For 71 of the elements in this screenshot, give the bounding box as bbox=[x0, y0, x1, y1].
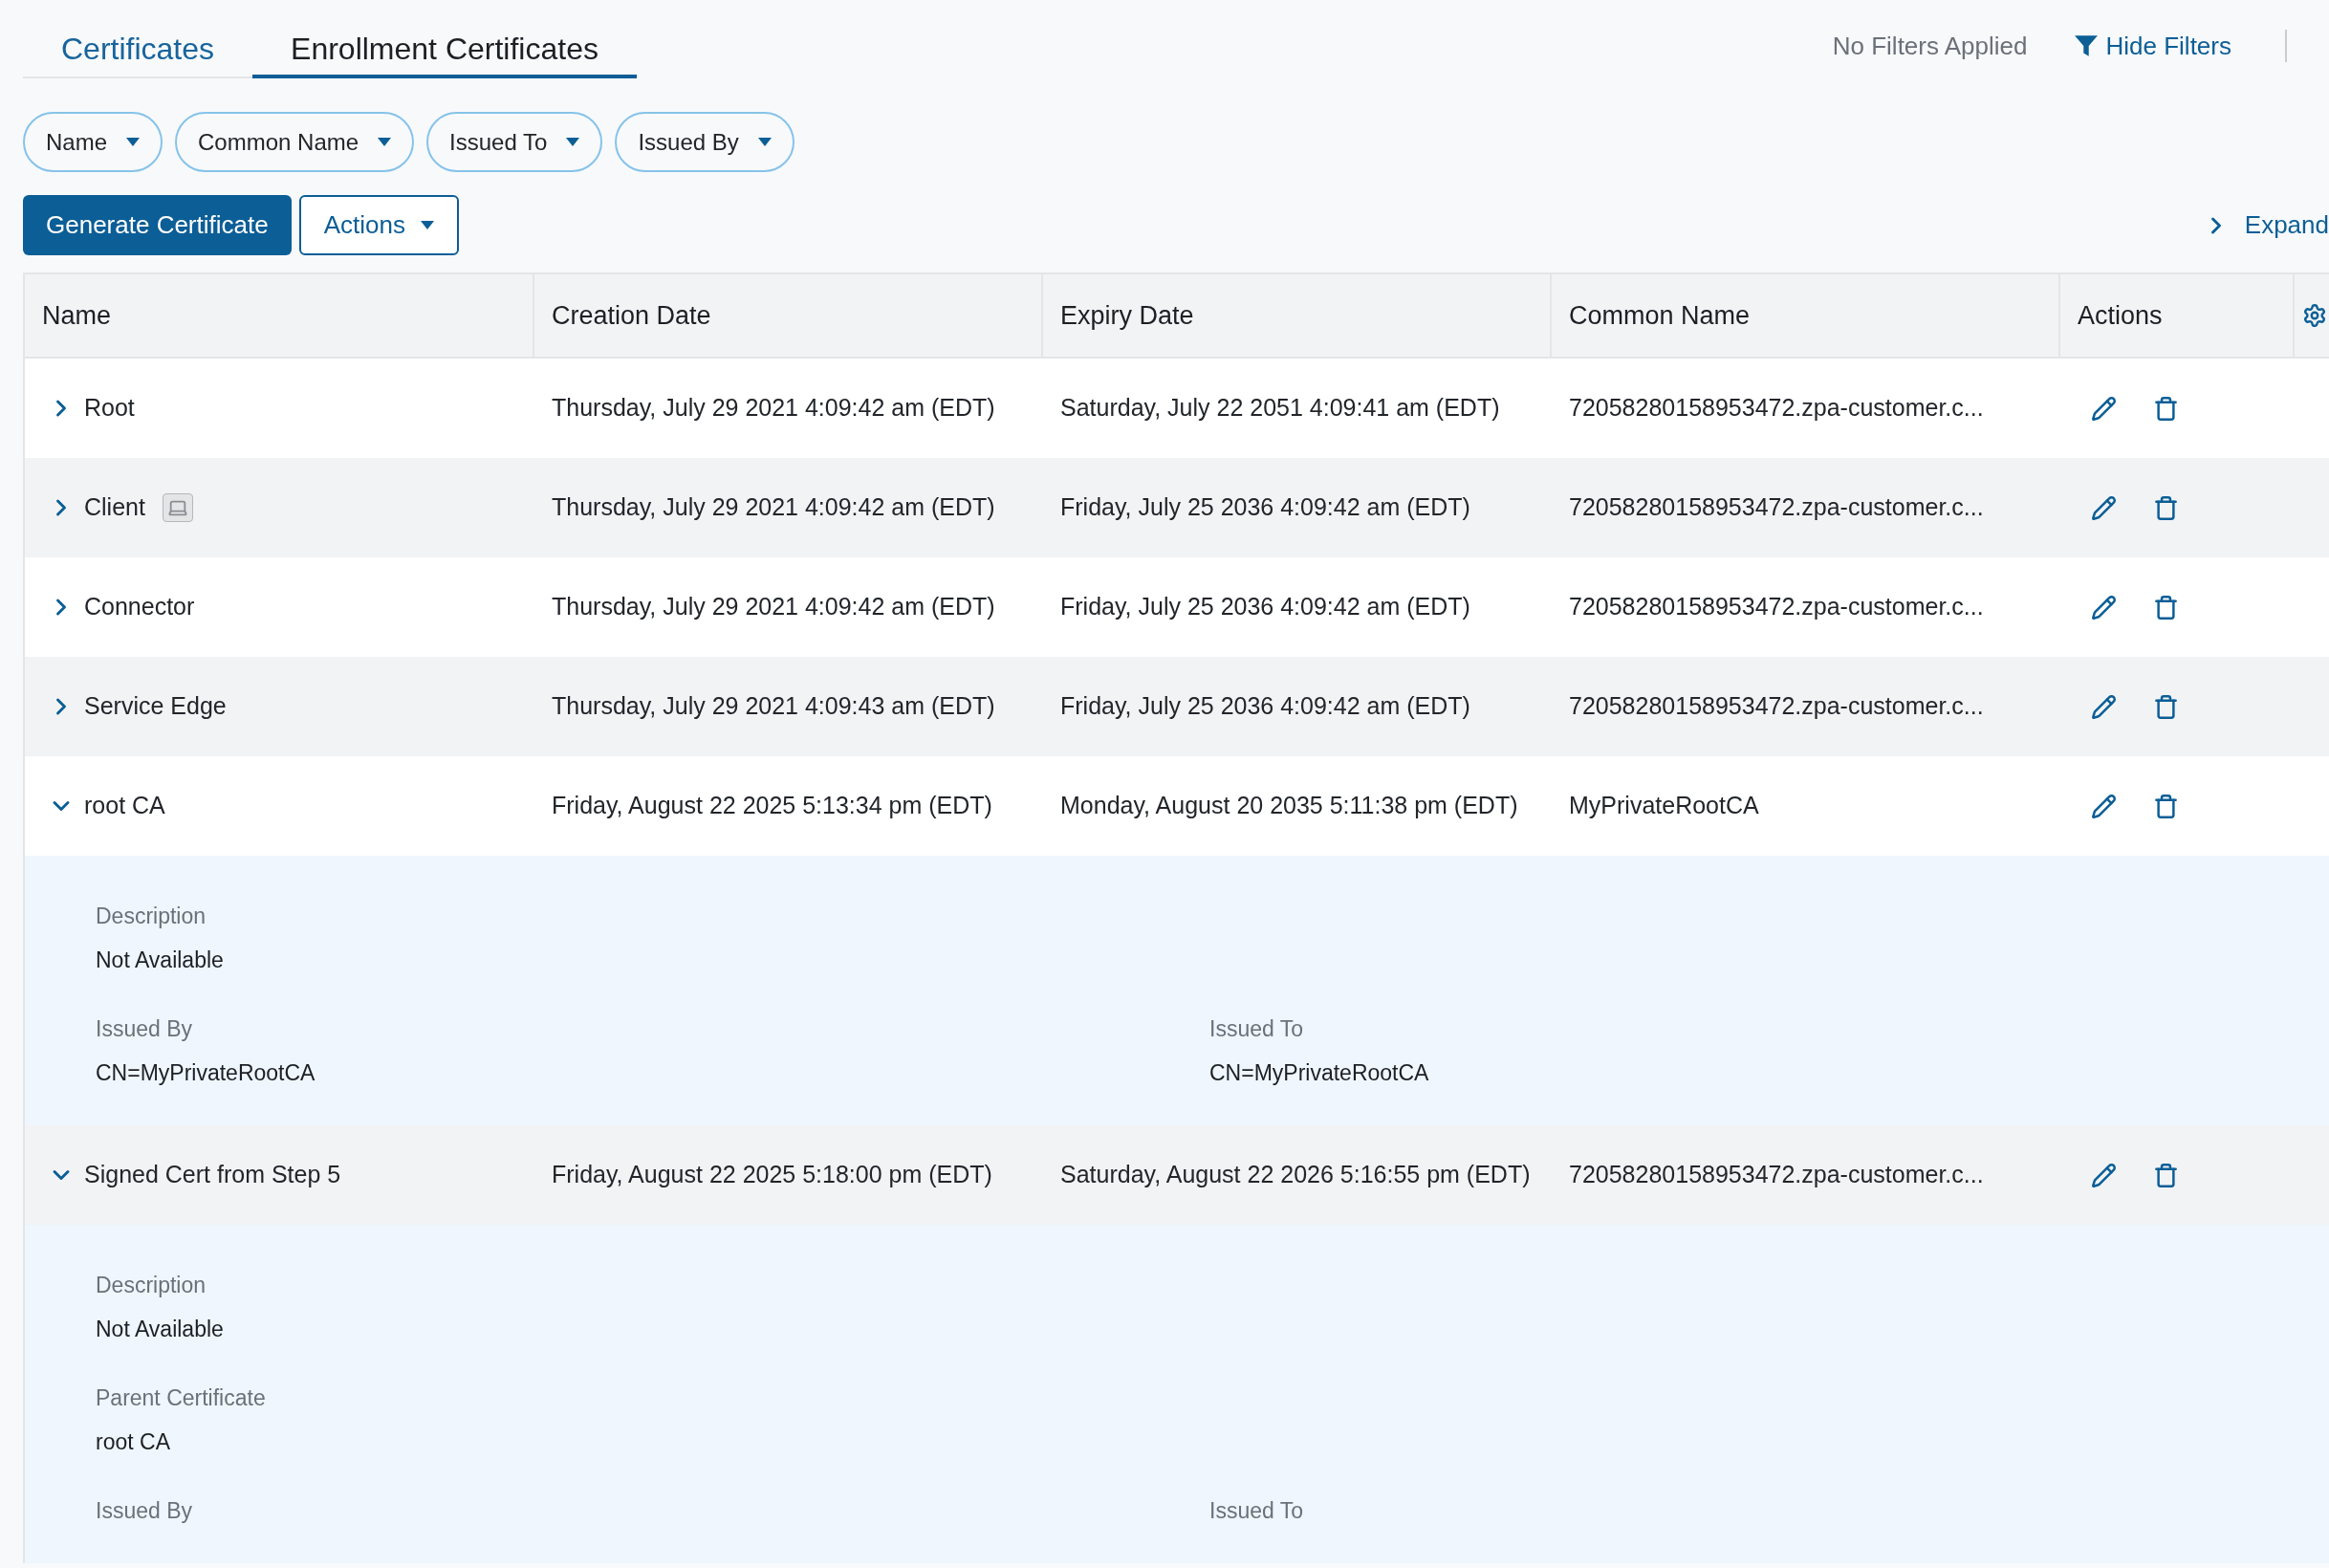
detail-label: Parent Certificate bbox=[96, 1384, 267, 1412]
detail-label: Issued By bbox=[96, 1015, 193, 1043]
filter-chip[interactable]: Common Name bbox=[175, 112, 415, 172]
caret-icon bbox=[566, 138, 580, 146]
table-cell-text: Friday, July 25 2036 4:09:42 am (EDT) bbox=[1060, 592, 1470, 622]
detail-value: root CA bbox=[96, 1428, 171, 1456]
funnel-icon bbox=[2073, 33, 2099, 58]
filter-status: No Filters Applied bbox=[1832, 30, 2028, 62]
delete-icon[interactable] bbox=[2153, 693, 2179, 720]
table-cell-text: 72058280158953472.zpa-customer.c... bbox=[1569, 1160, 1984, 1190]
column-header: Name bbox=[42, 299, 112, 332]
table-cell-text: Monday, August 20 2035 5:11:38 pm (EDT) bbox=[1060, 791, 1518, 821]
table-cell-text: Friday, August 22 2025 5:13:34 pm (EDT) bbox=[552, 791, 992, 821]
table-cell-text: 72058280158953472.zpa-customer.c... bbox=[1569, 592, 1984, 622]
detail-value: Not Available bbox=[96, 1316, 225, 1343]
table-cell-text: Friday, July 25 2036 4:09:42 am (EDT) bbox=[1060, 492, 1470, 523]
edit-icon[interactable] bbox=[2091, 1162, 2117, 1188]
detail-value: Not Available bbox=[96, 947, 225, 974]
table-cell-text: root CA bbox=[84, 791, 165, 821]
table-cell-text: Friday, July 25 2036 4:09:42 am (EDT) bbox=[1060, 691, 1470, 722]
caret-icon bbox=[126, 138, 141, 146]
table-cell-text: 72058280158953472.zpa-customer.c... bbox=[1569, 393, 1984, 424]
filter-chip[interactable]: Name bbox=[23, 112, 163, 172]
table-cell-text: Thursday, July 29 2021 4:09:43 am (EDT) bbox=[552, 691, 995, 722]
settings-icon[interactable] bbox=[2302, 303, 2327, 328]
table-cell-text: Client bbox=[84, 492, 145, 523]
table-cell-text: Friday, August 22 2025 5:18:00 pm (EDT) bbox=[552, 1160, 992, 1190]
table-cell-text: Signed Cert from Step 5 bbox=[84, 1160, 341, 1190]
delete-icon[interactable] bbox=[2153, 1162, 2179, 1188]
delete-icon[interactable] bbox=[2153, 395, 2179, 422]
detail-label: Description bbox=[96, 1272, 207, 1299]
table-cell-text: Service Edge bbox=[84, 691, 227, 722]
edit-icon[interactable] bbox=[2091, 594, 2117, 621]
table-cell-text: Thursday, July 29 2021 4:09:42 am (EDT) bbox=[552, 592, 995, 622]
actions-button[interactable]: Actions bbox=[298, 195, 459, 255]
column-header: Actions bbox=[2078, 299, 2163, 332]
detail-label: Issued To bbox=[1209, 1015, 1305, 1043]
hide-filters-button[interactable]: Hide Filters bbox=[2073, 27, 2231, 65]
generate-certificate-button[interactable]: Generate Certificate bbox=[23, 195, 292, 255]
caret-icon bbox=[378, 138, 392, 146]
tab[interactable]: Enrollment Certificates bbox=[252, 23, 637, 78]
table-cell-text: Connector bbox=[84, 592, 195, 622]
table-cell-text: 72058280158953472.zpa-customer.c... bbox=[1569, 691, 1984, 722]
table-cell-text: Root bbox=[84, 393, 135, 424]
column-header: Expiry Date bbox=[1060, 299, 1194, 332]
delete-icon[interactable] bbox=[2153, 793, 2179, 819]
column-header: Creation Date bbox=[552, 299, 711, 332]
detail-value: CN=MyPrivateRootCA bbox=[1209, 1059, 1430, 1087]
detail-value: CN=MyPrivateRootCA bbox=[96, 1059, 316, 1087]
table-cell-text: Saturday, July 22 2051 4:09:41 am (EDT) bbox=[1060, 393, 1500, 424]
edit-icon[interactable] bbox=[2091, 793, 2117, 819]
edit-icon[interactable] bbox=[2091, 693, 2117, 720]
detail-label: Issued To bbox=[1209, 1497, 1305, 1525]
detail-label: Description bbox=[96, 903, 207, 930]
filter-chip[interactable]: Issued By bbox=[615, 112, 794, 172]
column-header: Common Name bbox=[1569, 299, 1751, 332]
detail-label: Issued By bbox=[96, 1497, 193, 1525]
table-cell-text: 72058280158953472.zpa-customer.c... bbox=[1569, 492, 1984, 523]
edit-icon[interactable] bbox=[2091, 494, 2117, 521]
expand-button[interactable]: Expand bbox=[2202, 207, 2329, 244]
delete-icon[interactable] bbox=[2153, 594, 2179, 621]
caret-icon bbox=[757, 138, 772, 146]
table-cell-text: Saturday, August 22 2026 5:16:55 pm (EDT) bbox=[1060, 1160, 1531, 1190]
edit-icon[interactable] bbox=[2091, 395, 2117, 422]
table-cell-text: Thursday, July 29 2021 4:09:42 am (EDT) bbox=[552, 393, 995, 424]
table-cell-text: MyPrivateRootCA bbox=[1569, 791, 1759, 821]
delete-icon[interactable] bbox=[2153, 494, 2179, 521]
table-cell-text: Thursday, July 29 2021 4:09:42 am (EDT) bbox=[552, 492, 995, 523]
caret-icon bbox=[420, 221, 434, 229]
tab[interactable]: Certificates bbox=[23, 23, 253, 78]
filter-chip[interactable]: Issued To bbox=[426, 112, 603, 172]
